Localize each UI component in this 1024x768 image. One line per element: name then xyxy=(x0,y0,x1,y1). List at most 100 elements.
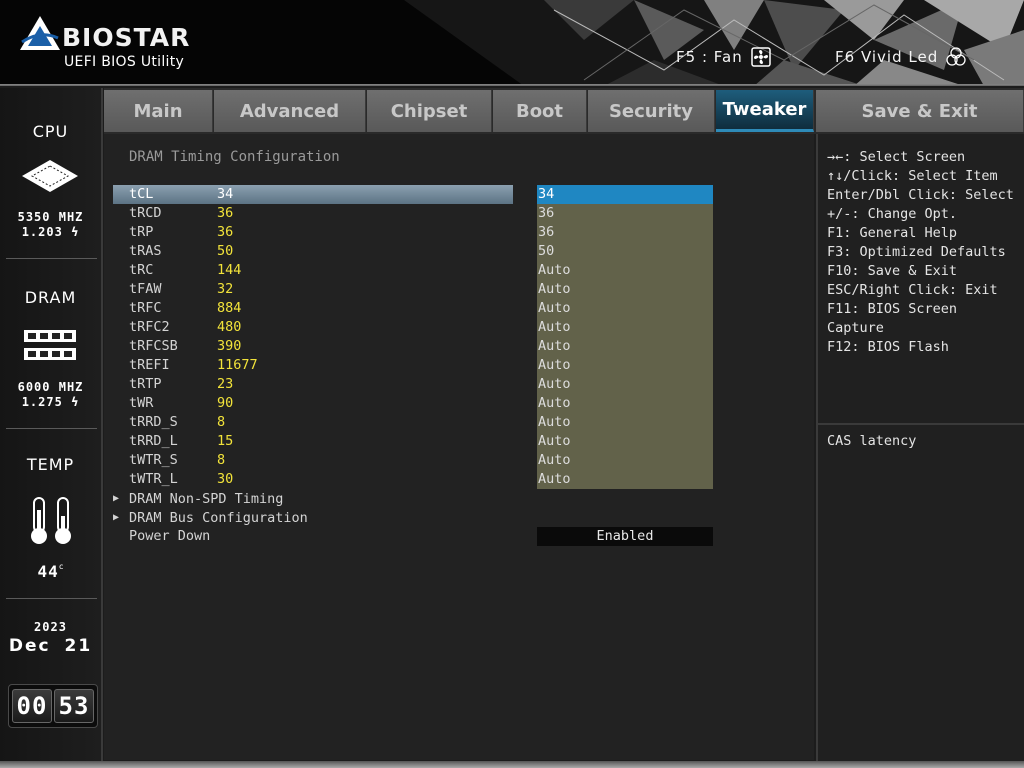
power-down-label: Power Down xyxy=(129,528,211,544)
timing-label: tRFC2 xyxy=(129,319,170,335)
timing-row-trtp[interactable]: tRTP 23 Auto xyxy=(104,375,814,394)
submenu-arrow-icon: ▶ xyxy=(113,493,120,504)
timing-row-twtr-l[interactable]: tWTR_L 30 Auto xyxy=(104,470,814,489)
fan-icon xyxy=(750,47,771,67)
timing-setting-input[interactable]: Auto xyxy=(537,394,713,413)
help-key-line: F1: General Help xyxy=(827,225,958,241)
timing-setting-input[interactable]: Auto xyxy=(537,280,713,299)
timing-label: tRFCSB xyxy=(129,338,178,354)
help-key-line: F10: Save & Exit xyxy=(827,263,958,279)
submenu-bus-configuration[interactable]: ▶ DRAM Bus Configuration xyxy=(104,509,814,528)
timing-label: tWTR_S xyxy=(129,452,178,468)
timing-current-value: 480 xyxy=(217,319,242,335)
biostar-logo-icon xyxy=(20,16,60,50)
timing-row-trfc2[interactable]: tRFC2 480 Auto xyxy=(104,318,814,337)
submenu-arrow-icon: ▶ xyxy=(113,512,120,523)
help-key-line: Enter/Dbl Click: Select xyxy=(827,187,1014,203)
help-key-line: F12: BIOS Flash xyxy=(827,339,949,355)
submenu-label: DRAM Non-SPD Timing xyxy=(129,491,284,507)
timing-row-trcd[interactable]: tRCD 36 36 xyxy=(104,204,814,223)
selection-highlight xyxy=(113,185,513,204)
timing-current-value: 36 xyxy=(217,205,234,221)
timing-setting-input[interactable]: Auto xyxy=(537,318,713,337)
main-content: DRAM Timing Configuration tCL 34 34 tRCD 36 3… xyxy=(104,134,814,760)
timing-row-tfaw[interactable]: tFAW 32 Auto xyxy=(104,280,814,299)
timing-setting-input[interactable]: 50 xyxy=(537,242,713,261)
timing-row-trfcsb[interactable]: tRFCSB 390 Auto xyxy=(104,337,814,356)
timing-setting-input[interactable]: Auto xyxy=(537,356,713,375)
help-key-line: ↑↓/Click: Select Item xyxy=(827,168,998,184)
timing-row-tras[interactable]: tRAS 50 50 xyxy=(104,242,814,261)
timing-label: tRAS xyxy=(129,243,162,259)
tab-advanced[interactable]: Advanced xyxy=(214,90,366,132)
timing-label: tWR xyxy=(129,395,154,411)
timing-current-value: 15 xyxy=(217,433,234,449)
tab-main[interactable]: Main xyxy=(104,90,213,132)
timing-setting-input[interactable]: Auto xyxy=(537,375,713,394)
timing-setting-input[interactable]: Auto xyxy=(537,261,713,280)
timing-label: tRTP xyxy=(129,376,162,392)
header-bar: BIOSTAR UEFI BIOS Utility F5 : Fan F6 Vi… xyxy=(0,0,1024,86)
timing-setting-input[interactable]: Auto xyxy=(537,432,713,451)
timing-setting-input[interactable]: Auto xyxy=(537,451,713,470)
cpu-voltage-value: 1.203 xyxy=(21,225,63,239)
timing-row-trc[interactable]: tRC 144 Auto xyxy=(104,261,814,280)
power-down-row: Power Down Enabled xyxy=(104,527,814,546)
date-year: 2023 xyxy=(34,620,67,634)
timing-label: tRP xyxy=(129,224,154,240)
status-divider xyxy=(6,428,97,429)
clock-minutes: 53 xyxy=(54,689,94,723)
clock-hours: 00 xyxy=(12,689,52,723)
timing-current-value: 390 xyxy=(217,338,242,354)
temp-unit: c xyxy=(58,562,64,571)
timing-row-twr[interactable]: tWR 90 Auto xyxy=(104,394,814,413)
brand-name: BIOSTAR xyxy=(62,23,191,52)
timing-setting-input[interactable]: Auto xyxy=(537,337,713,356)
temp-readout: 44c xyxy=(0,562,101,581)
timing-current-value: 32 xyxy=(217,281,234,297)
power-down-select[interactable]: Enabled xyxy=(537,527,713,546)
timing-current-value: 144 xyxy=(217,262,242,278)
submenu-non-spd-timing[interactable]: ▶ DRAM Non-SPD Timing xyxy=(104,490,814,509)
timing-label: tRFC xyxy=(129,300,162,316)
status-divider xyxy=(6,258,97,259)
timing-label: tRC xyxy=(129,262,154,278)
timing-label: tRCD xyxy=(129,205,162,221)
dram-voltage-value: 1.275 xyxy=(21,395,63,409)
status-divider xyxy=(6,598,97,599)
timing-setting-input[interactable]: Auto xyxy=(537,413,713,432)
timing-row-trrd-s[interactable]: tRRD_S 8 Auto xyxy=(104,413,814,432)
date-day: 21 xyxy=(64,636,93,656)
timing-row-trfc[interactable]: tRFC 884 Auto xyxy=(104,299,814,318)
timing-row-trefi[interactable]: tREFI 11677 Auto xyxy=(104,356,814,375)
timing-setting-input[interactable]: 36 xyxy=(537,204,713,223)
timing-label: tWTR_L xyxy=(129,471,178,487)
timing-setting-input[interactable]: Auto xyxy=(537,470,713,489)
tab-chipset[interactable]: Chipset xyxy=(367,90,492,132)
tab-bar: Main Advanced Chipset Boot Security Twea… xyxy=(104,88,1024,134)
dram-voltage: 1.275 ϟ xyxy=(0,395,101,410)
cpu-title: CPU xyxy=(32,122,69,141)
temp-title: TEMP xyxy=(26,455,75,474)
status-panel: CPU 5350 MHZ 1.203 ϟ DRAM 6000 MHZ 1.275… xyxy=(0,88,103,768)
timing-current-value: 30 xyxy=(217,471,234,487)
tab-tweaker[interactable]: Tweaker xyxy=(716,90,814,132)
header-divider xyxy=(0,84,1024,86)
timing-setting-input[interactable]: 34 xyxy=(537,185,713,204)
vivid-led-hotkey[interactable]: F6 Vivid Led xyxy=(835,46,966,68)
timing-setting-input[interactable]: Auto xyxy=(537,299,713,318)
led-icon xyxy=(946,47,966,66)
timing-row-trp[interactable]: tRP 36 36 xyxy=(104,223,814,242)
tab-boot[interactable]: Boot xyxy=(493,90,587,132)
timing-row-tcl[interactable]: tCL 34 34 xyxy=(104,185,814,204)
cpu-voltage: 1.203 ϟ xyxy=(0,225,101,240)
timing-label: tRRD_S xyxy=(129,414,178,430)
timing-setting-input[interactable]: 36 xyxy=(537,223,713,242)
tab-security[interactable]: Security xyxy=(588,90,715,132)
timing-row-twtr-s[interactable]: tWTR_S 8 Auto xyxy=(104,451,814,470)
fan-hotkey[interactable]: F5 : Fan xyxy=(676,46,771,68)
timing-row-trrd-l[interactable]: tRRD_L 15 Auto xyxy=(104,432,814,451)
cpu-chip-icon xyxy=(22,160,78,192)
dram-frequency: 6000 MHZ xyxy=(17,380,84,394)
tab-save-exit[interactable]: Save & Exit xyxy=(816,90,1024,132)
